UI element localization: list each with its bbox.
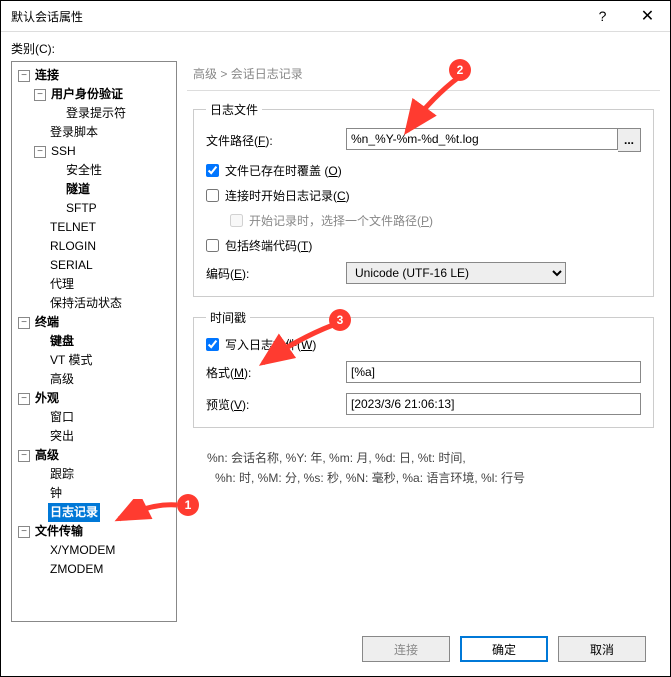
tree-toggle[interactable]: −: [18, 317, 30, 329]
tree-ssh[interactable]: SSH: [49, 142, 78, 161]
tree-zmodem[interactable]: ZMODEM: [48, 560, 105, 579]
start-on-connect-checkbox[interactable]: [206, 189, 219, 202]
preview-label: 预览(V):: [206, 396, 346, 413]
format-label: 格式(M):: [206, 364, 346, 381]
breadcrumb-current: 会话日志记录: [231, 67, 303, 81]
include-term-checkbox[interactable]: [206, 239, 219, 252]
tree-keepalive[interactable]: 保持活动状态: [48, 294, 124, 313]
start-hint-label: 开始记录时，选择一个文件路径(P): [249, 212, 433, 229]
ok-button[interactable]: 确定: [460, 636, 548, 662]
tree-trace[interactable]: 跟踪: [48, 465, 76, 484]
tree-terminal[interactable]: 终端: [33, 313, 61, 332]
tree-serial[interactable]: SERIAL: [48, 256, 95, 275]
preview-output: [346, 393, 641, 415]
write-timestamp-row: 写入日志文件(W): [206, 336, 641, 353]
tree-keyboard[interactable]: 键盘: [48, 332, 76, 351]
tree-toggle[interactable]: −: [34, 146, 46, 158]
tree-toggle[interactable]: −: [18, 70, 30, 82]
tree-user-auth[interactable]: 用户身份验证: [49, 85, 125, 104]
connect-button: 连接: [362, 636, 450, 662]
tree-window[interactable]: 窗口: [48, 408, 76, 427]
settings-panel: 高级 > 会话日志记录 日志文件 文件路径(F): ...: [187, 61, 660, 622]
tree-advanced[interactable]: 高级: [33, 446, 61, 465]
tree-bell[interactable]: 钟: [48, 484, 64, 503]
write-timestamp-checkbox[interactable]: [206, 338, 219, 351]
help-button[interactable]: ?: [580, 1, 625, 31]
browse-button[interactable]: ...: [618, 128, 641, 152]
dialog-footer: 连接 确定 取消: [11, 622, 660, 676]
timestamp-legend: 时间戳: [206, 309, 250, 326]
tree-sftp[interactable]: SFTP: [64, 199, 99, 218]
tree-xymodem[interactable]: X/YMODEM: [48, 541, 117, 560]
titlebar: 默认会话属性 ? ✕: [1, 1, 670, 32]
tree-vtmode[interactable]: VT 模式: [48, 351, 94, 370]
tree-logging[interactable]: 日志记录: [48, 503, 100, 522]
timestamp-group: 时间戳 写入日志文件(W) 格式(M): 预览(V):: [193, 309, 654, 428]
file-path-label: 文件路径(F):: [206, 132, 346, 149]
include-term-label: 包括终端代码(T): [225, 237, 312, 254]
start-hint-checkbox: [230, 214, 243, 227]
tree-toggle[interactable]: −: [18, 526, 30, 538]
tree-tunnel[interactable]: 隧道: [64, 180, 92, 199]
log-file-group: 日志文件 文件路径(F): ... 文件已存在时覆盖 (O): [193, 101, 654, 297]
tree-proxy[interactable]: 代理: [48, 275, 76, 294]
overwrite-checkbox[interactable]: [206, 164, 219, 177]
tree-terminal-advanced[interactable]: 高级: [48, 370, 76, 389]
cancel-button[interactable]: 取消: [558, 636, 646, 662]
format-hint: %n: 会话名称, %Y: 年, %m: 月, %d: 日, %t: 时间, %…: [187, 440, 660, 488]
tree-login-script[interactable]: 登录脚本: [48, 123, 100, 142]
tree-toggle[interactable]: −: [18, 450, 30, 462]
breadcrumb: 高级 > 会话日志记录: [187, 61, 660, 91]
close-button[interactable]: ✕: [625, 1, 670, 31]
tree-toggle[interactable]: −: [34, 89, 46, 101]
tree-telnet[interactable]: TELNET: [48, 218, 98, 237]
overwrite-label: 文件已存在时覆盖 (O): [225, 162, 342, 179]
start-hint-row: 开始记录时，选择一个文件路径(P): [230, 212, 641, 229]
tree-toggle[interactable]: −: [18, 393, 30, 405]
tree-appearance[interactable]: 外观: [33, 389, 61, 408]
log-file-legend: 日志文件: [206, 101, 262, 118]
tree-rlogin[interactable]: RLOGIN: [48, 237, 98, 256]
format-input[interactable]: [346, 361, 641, 383]
category-label: 类别(C):: [11, 40, 660, 57]
encoding-label: 编码(E):: [206, 265, 346, 282]
tree-login-prompt[interactable]: 登录提示符: [64, 104, 128, 123]
include-term-row: 包括终端代码(T): [206, 237, 641, 254]
start-on-connect-label: 连接时开始日志记录(C): [225, 187, 350, 204]
file-path-input[interactable]: [346, 128, 618, 150]
tree-highlight[interactable]: 突出: [48, 427, 76, 446]
overwrite-checkbox-row: 文件已存在时覆盖 (O): [206, 162, 641, 179]
category-tree[interactable]: −连接 −用户身份验证 登录提示符 登录脚本 −SSH 安全性 隧道 SFTP: [11, 61, 177, 622]
write-timestamp-label: 写入日志文件(W): [225, 336, 316, 353]
dialog-title: 默认会话属性: [11, 8, 580, 25]
encoding-select[interactable]: Unicode (UTF-16 LE): [346, 262, 566, 284]
tree-security[interactable]: 安全性: [64, 161, 104, 180]
breadcrumb-parent: 高级: [193, 67, 217, 81]
tree-filetransfer[interactable]: 文件传输: [33, 522, 85, 541]
start-on-connect-row: 连接时开始日志记录(C): [206, 187, 641, 204]
tree-connection[interactable]: 连接: [33, 66, 61, 85]
